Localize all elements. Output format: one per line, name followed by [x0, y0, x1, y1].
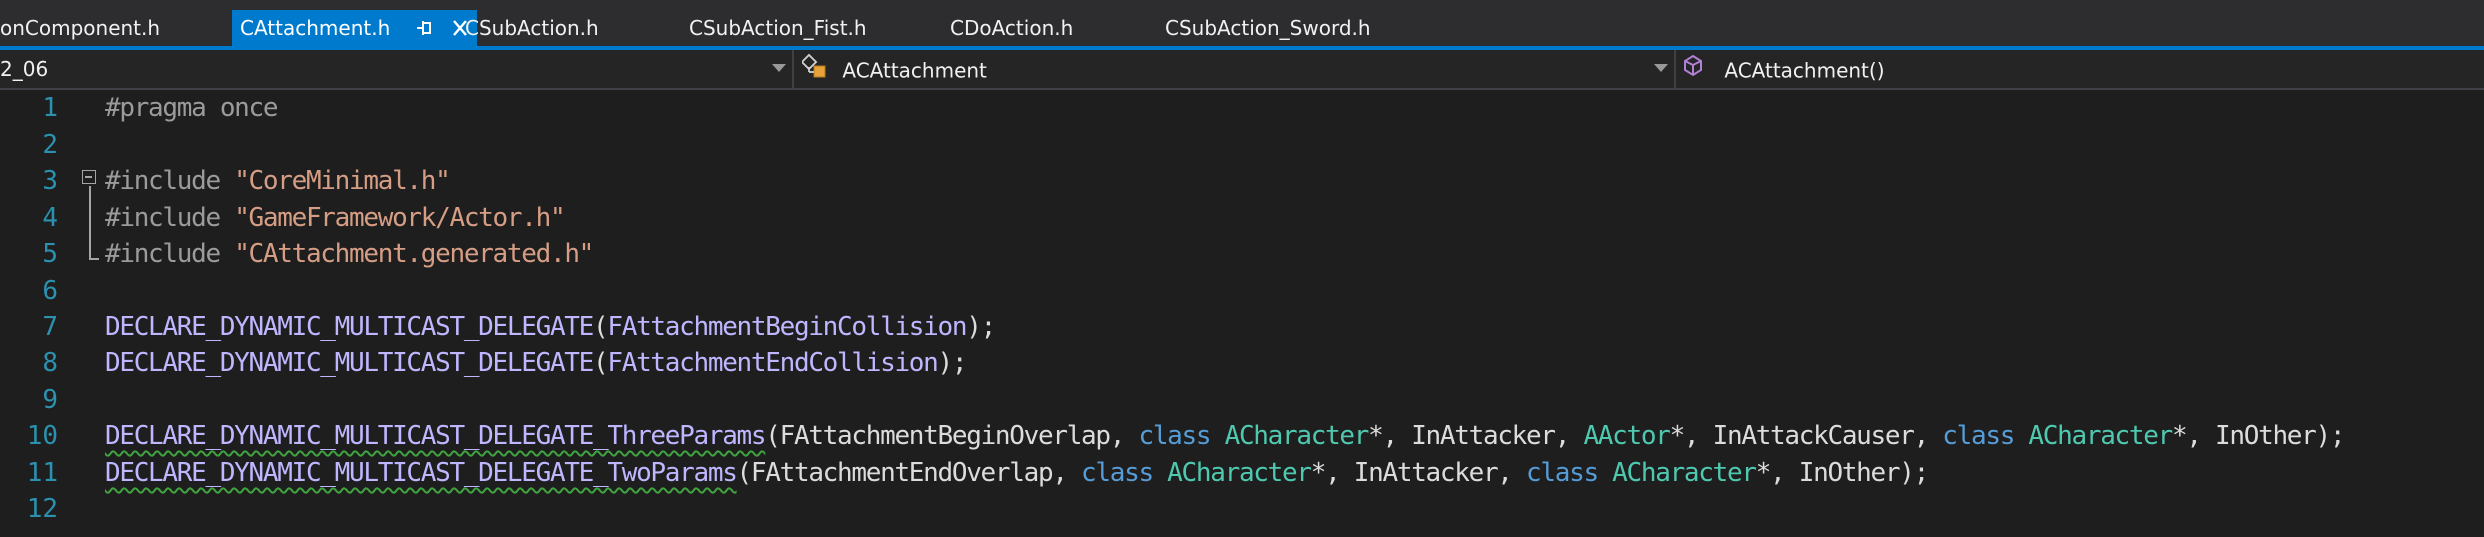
line-number: 3 — [42, 166, 58, 196]
code-text: DECLARE_DYNAMIC_MULTICAST_DELEGATE(FAtta… — [105, 345, 968, 382]
code-line[interactable]: 7 DECLARE_DYNAMIC_MULTICAST_DELEGATE(FAtt… — [0, 309, 2484, 346]
member-dropdown-value: ACAttachment() — [1724, 58, 1885, 83]
line-number: 1 — [42, 93, 58, 123]
tab-label: CSubAction.h — [465, 16, 599, 40]
code-line[interactable]: 12 — [0, 491, 2484, 528]
code-token: class — [1081, 458, 1168, 488]
code-token: "CoreMinimal.h" — [234, 166, 451, 196]
code-token: FAttachmentEndOverlap, — [750, 458, 1082, 488]
code-line[interactable]: 9 — [0, 382, 2484, 419]
code-token: ACharacter — [1167, 458, 1312, 488]
code-token: class — [1526, 458, 1613, 488]
code-line[interactable]: 8 DECLARE_DYNAMIC_MULTICAST_DELEGATE(FAtt… — [0, 345, 2484, 382]
code-text: DECLARE_DYNAMIC_MULTICAST_DELEGATE(FAtta… — [105, 309, 996, 346]
code-token: AActor — [1583, 421, 1670, 451]
code-text: #include "CoreMinimal.h" — [105, 163, 451, 200]
scope-dropdown-value: ACAttachment — [842, 58, 987, 83]
tab-label: onComponent.h — [0, 16, 161, 40]
code-token: #include — [105, 239, 235, 269]
line-number: 6 — [42, 276, 58, 306]
tab-label: CSubAction_Sword.h — [1165, 16, 1371, 40]
code-token: DECLARE_DYNAMIC_MULTICAST_DELEGATE_TwoPa… — [105, 458, 738, 488]
document-tab-strip: onComponent.h CAttachment.h CSubAction.h… — [0, 0, 2484, 46]
code-token: *, InAttacker, — [1368, 421, 1584, 451]
code-token: ( — [593, 348, 609, 378]
tab-oncomponent-h[interactable]: onComponent.h — [0, 10, 160, 46]
code-token: ); — [966, 312, 996, 342]
code-token: #include — [105, 203, 235, 233]
code-text: DECLARE_DYNAMIC_MULTICAST_DELEGATE_TwoPa… — [105, 455, 1930, 492]
code-line[interactable]: 3 #include "CoreMinimal.h" — [0, 163, 2484, 200]
code-token: *, InOther); — [2171, 421, 2346, 451]
code-token: FAttachmentEndCollision — [607, 348, 938, 378]
code-line[interactable]: 2 — [0, 127, 2484, 164]
tab-label: CDoAction.h — [950, 16, 1074, 40]
line-number: 4 — [42, 203, 58, 233]
divider — [792, 50, 794, 88]
scope-dropdown[interactable]: ACAttachment — [800, 53, 987, 88]
tab-label: CSubAction_Fist.h — [689, 16, 867, 40]
code-token: ); — [937, 348, 968, 378]
code-token: class — [1138, 421, 1225, 451]
code-token: ( — [593, 312, 609, 342]
code-token: ( — [765, 421, 781, 451]
tab-csubaction-h[interactable]: CSubAction.h — [457, 10, 599, 46]
tab-csubaction-fist-h[interactable]: CSubAction_Fist.h — [681, 10, 867, 46]
line-number: 2 — [42, 130, 58, 160]
chevron-down-icon[interactable] — [1654, 64, 1668, 72]
line-number: 9 — [42, 385, 58, 415]
chevron-down-icon[interactable] — [772, 64, 786, 72]
navigation-bar: 2_06 ACAttachment ACAttachment() — [0, 50, 2484, 90]
code-token: *, InAttackCauser, — [1669, 421, 1943, 451]
code-token: *, InOther); — [1755, 458, 1930, 488]
line-number: 11 — [26, 458, 58, 488]
code-token: FAttachmentBeginOverlap, — [779, 421, 1139, 451]
code-line[interactable]: 5 #include "CAttachment.generated.h" — [0, 236, 2484, 273]
project-dropdown[interactable]: 2_06 — [0, 53, 48, 85]
code-token: DECLARE_DYNAMIC_MULTICAST_DELEGATE — [105, 348, 594, 378]
code-token: ( — [736, 458, 753, 488]
code-token: class — [1942, 421, 2029, 451]
code-token: ACharacter — [1612, 458, 1757, 488]
code-line[interactable]: 1 #pragma once — [0, 90, 2484, 127]
project-dropdown-value: 2_06 — [0, 57, 49, 81]
code-token: FAttachmentBeginCollision — [607, 312, 967, 342]
code-token: "GameFramework/Actor.h" — [234, 203, 565, 233]
method-icon — [1682, 53, 1704, 88]
line-number: 5 — [42, 239, 58, 269]
code-token: ACharacter — [2028, 421, 2173, 451]
code-token: DECLARE_DYNAMIC_MULTICAST_DELEGATE — [105, 312, 594, 342]
code-token: #include — [105, 166, 235, 196]
line-number: 7 — [42, 312, 58, 342]
code-token: ACharacter — [1224, 421, 1370, 451]
divider — [1674, 50, 1676, 88]
code-text: #pragma once — [105, 90, 279, 127]
code-text: DECLARE_DYNAMIC_MULTICAST_DELEGATE_Three… — [105, 418, 2346, 455]
code-token: "CAttachment.generated.h" — [234, 239, 594, 269]
code-line[interactable]: 6 — [0, 273, 2484, 310]
code-token: DECLARE_DYNAMIC_MULTICAST_DELEGATE_Three… — [105, 421, 767, 451]
code-line[interactable]: 10 DECLARE_DYNAMIC_MULTICAST_DELEGATE_Thr… — [0, 418, 2484, 455]
line-number: 8 — [42, 348, 58, 378]
tab-label: CAttachment.h — [240, 16, 391, 40]
tab-csubaction-sword-h[interactable]: CSubAction_Sword.h — [1157, 10, 1371, 46]
tab-cattachment-h[interactable]: CAttachment.h — [232, 10, 477, 46]
member-dropdown[interactable]: ACAttachment() — [1682, 53, 1885, 85]
code-line[interactable]: 4 #include "GameFramework/Actor.h" — [0, 200, 2484, 237]
line-number: 10 — [26, 421, 58, 451]
tab-cdoaction-h[interactable]: CDoAction.h — [942, 10, 1073, 46]
code-text: #include "GameFramework/Actor.h" — [105, 200, 566, 237]
class-icon — [800, 53, 828, 88]
code-editor[interactable]: 1 #pragma once 2 3 #include "CoreMinimal.h" 4… — [0, 90, 2484, 537]
code-token: *, InAttacker, — [1310, 458, 1527, 488]
code-text: #include "CAttachment.generated.h" — [105, 236, 594, 273]
code-token: #pragma once — [105, 93, 279, 123]
code-line[interactable]: 11 DECLARE_DYNAMIC_MULTICAST_DELEGATE_Two… — [0, 455, 2484, 492]
line-number: 12 — [26, 494, 58, 524]
